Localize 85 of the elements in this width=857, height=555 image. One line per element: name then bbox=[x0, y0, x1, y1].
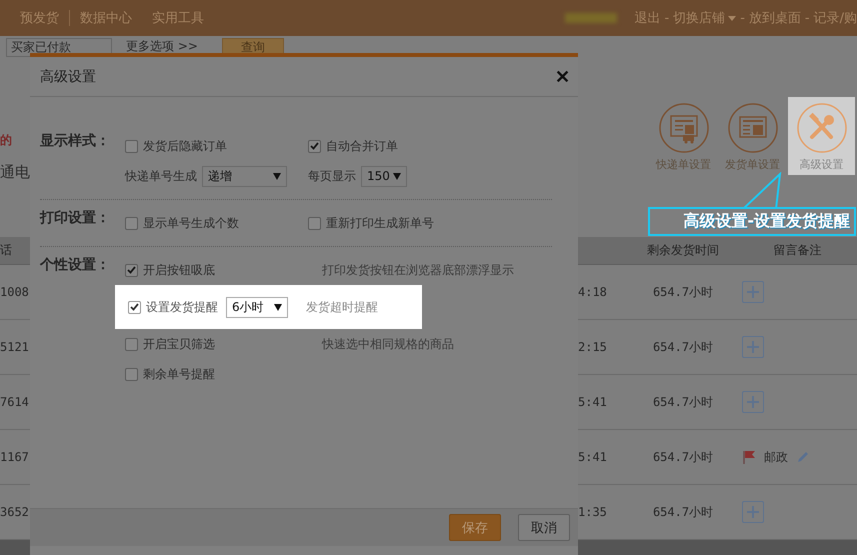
option-label: 发货后隐藏订单 bbox=[143, 138, 227, 154]
checkbox[interactable] bbox=[128, 300, 141, 314]
table-cell: 7614 bbox=[0, 395, 30, 409]
plus-icon bbox=[746, 395, 760, 409]
checkbox[interactable] bbox=[125, 368, 138, 380]
option-label: 剩余单号提醒 bbox=[143, 366, 215, 382]
table-cell-text: 2:15 bbox=[578, 340, 608, 354]
cancel-button[interactable]: 取消 bbox=[518, 514, 570, 541]
plus-icon bbox=[746, 505, 760, 519]
checkbox[interactable] bbox=[125, 140, 138, 152]
header-link[interactable]: 退出 bbox=[634, 9, 660, 27]
dropdown[interactable]: 6小时 bbox=[226, 296, 288, 318]
table-cell: 3652 bbox=[0, 505, 30, 519]
add-note-button[interactable] bbox=[742, 391, 764, 413]
dialog-title: 高级设置 bbox=[40, 68, 96, 86]
option-label: 快递单号生成 bbox=[125, 168, 197, 184]
section-label: 显示样式： bbox=[40, 132, 111, 151]
checkbox[interactable] bbox=[125, 338, 138, 350]
waybill-icon bbox=[658, 103, 708, 153]
table-cell-text: 654.7小时 bbox=[652, 504, 714, 520]
option-label: 开启按钮吸底 bbox=[143, 262, 215, 278]
option-label: 重新打印生成新单号 bbox=[326, 214, 434, 232]
table-cell-text: 654.7小时 bbox=[652, 394, 714, 410]
partial-text: 的 bbox=[0, 132, 12, 149]
add-note-button[interactable] bbox=[742, 336, 764, 358]
table-cell-text: 654.7小时 bbox=[652, 284, 714, 300]
option-description: 发货超时提醒 bbox=[306, 298, 378, 316]
checkbox[interactable] bbox=[125, 264, 138, 276]
checkbox[interactable] bbox=[125, 216, 138, 230]
table-cell-text: 4:18 bbox=[578, 285, 608, 299]
nav-link[interactable]: 数据中心 bbox=[70, 9, 142, 27]
add-note-button[interactable] bbox=[742, 281, 764, 303]
tool-button[interactable]: 快递单设置 bbox=[650, 97, 717, 175]
table-cell: 1167 bbox=[0, 450, 30, 464]
column-header: 话 bbox=[0, 242, 13, 259]
option-label: 开启宝贝筛选 bbox=[143, 336, 215, 352]
header-link[interactable]: 记录/购 bbox=[814, 9, 857, 27]
option-description: 打印发货按钮在浏览器底部漂浮显示 bbox=[322, 262, 514, 278]
flag-icon bbox=[742, 450, 756, 464]
separator: - bbox=[804, 10, 810, 26]
close-button[interactable]: ✕ bbox=[555, 66, 570, 88]
dropdown[interactable]: 递增 bbox=[202, 166, 287, 186]
header-link[interactable]: 放到桌面 bbox=[748, 9, 801, 27]
separator: - bbox=[740, 10, 745, 26]
nav-link[interactable]: 预发货 bbox=[10, 9, 69, 27]
tool-button[interactable]: 发货单设置 bbox=[719, 97, 786, 175]
tool-button[interactable]: 高级设置 bbox=[788, 97, 855, 175]
table-cell: 1008 bbox=[0, 285, 30, 299]
table-cell: 5121 bbox=[0, 340, 30, 354]
plus-icon bbox=[746, 340, 760, 354]
option-label: 显示单号生成个数 bbox=[143, 214, 239, 232]
option-label: 自动合并订单 bbox=[326, 138, 398, 154]
table-cell-text: 654.7小时 bbox=[652, 338, 714, 356]
table-cell-text: 5:41 bbox=[578, 450, 608, 464]
nav-link[interactable]: 实用工具 bbox=[142, 9, 214, 27]
checkbox[interactable] bbox=[308, 140, 321, 152]
pencil-icon[interactable] bbox=[796, 450, 810, 464]
caret-icon bbox=[728, 16, 736, 20]
username-blur bbox=[564, 13, 616, 23]
option-label: 每页显示 bbox=[308, 168, 356, 184]
table-cell-text: 1:35 bbox=[578, 505, 608, 519]
separator: - bbox=[664, 10, 670, 26]
caret-icon bbox=[274, 304, 282, 310]
checkbox[interactable] bbox=[308, 216, 321, 230]
option-description: 快速选中相同规格的商品 bbox=[322, 336, 454, 352]
caret-icon bbox=[273, 172, 281, 180]
document-icon bbox=[728, 103, 778, 153]
more-options-link[interactable]: 更多选项 >> bbox=[126, 38, 198, 55]
partial-text: 通电 bbox=[0, 163, 30, 182]
column-header: 留言备注 bbox=[774, 242, 822, 259]
callout-text: 高级设置-设置发货提醒 bbox=[683, 211, 850, 232]
save-button[interactable]: 保存 bbox=[449, 514, 501, 541]
table-cell-text: 5:41 bbox=[578, 395, 608, 409]
dropdown[interactable]: 150 bbox=[361, 166, 407, 186]
add-note-button[interactable] bbox=[742, 501, 764, 523]
header-link[interactable]: 切换店铺 bbox=[673, 9, 726, 27]
section-label: 个性设置： bbox=[40, 256, 111, 275]
section-label: 打印设置： bbox=[40, 209, 111, 228]
plus-icon bbox=[746, 285, 760, 299]
column-header: 剩余发货时间 bbox=[647, 242, 719, 259]
caret-icon bbox=[393, 172, 401, 180]
tools-icon bbox=[796, 103, 846, 153]
option-label: 设置发货提醒 bbox=[146, 298, 218, 316]
table-cell-text: 654.7小时 bbox=[652, 448, 714, 466]
note-text: 邮政 bbox=[764, 448, 788, 466]
